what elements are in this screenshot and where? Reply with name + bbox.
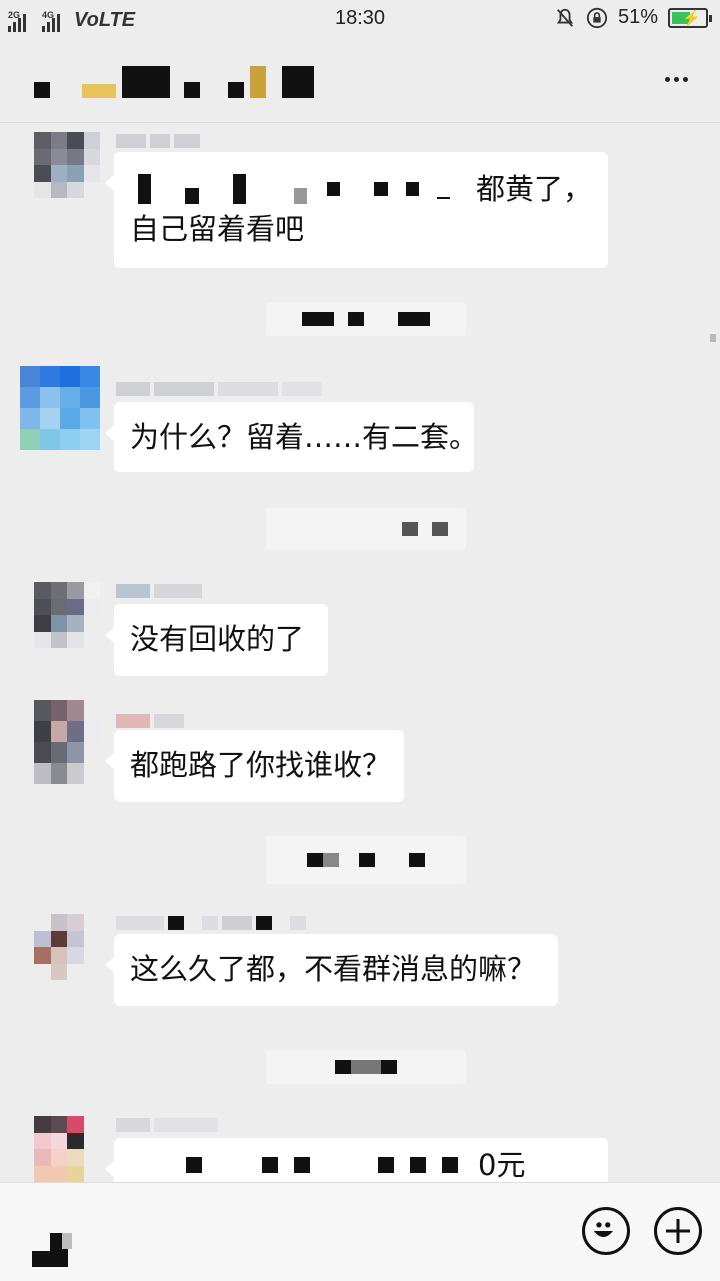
status-right: 51% ⚡ bbox=[554, 6, 712, 29]
chat-title-redacted bbox=[34, 66, 314, 98]
avatar[interactable] bbox=[34, 914, 100, 980]
message-text: 都黄了， bbox=[476, 172, 593, 206]
message-text: 为什么？留着……有二套。 bbox=[130, 420, 479, 454]
emoji-button[interactable] bbox=[582, 1207, 630, 1255]
system-notice-redacted bbox=[266, 508, 466, 550]
avatar[interactable] bbox=[34, 132, 100, 198]
plus-button[interactable] bbox=[654, 1207, 702, 1255]
rotation-lock-icon bbox=[586, 7, 608, 28]
message-text: 都跑路了你找谁收？ bbox=[130, 748, 392, 782]
message-bubble[interactable]: 这么久了都，不看群消息的嘛？ bbox=[105, 934, 558, 1006]
battery-icon: ⚡ bbox=[668, 7, 712, 28]
avatar[interactable] bbox=[34, 1116, 100, 1182]
system-notice-redacted bbox=[266, 836, 466, 884]
sender-name-redacted bbox=[116, 382, 322, 398]
sender-name-redacted bbox=[116, 134, 200, 150]
avatar[interactable] bbox=[34, 700, 100, 784]
voice-button[interactable] bbox=[32, 1233, 72, 1269]
battery-percent: 51% bbox=[617, 6, 658, 28]
message-text: 没有回收的了 bbox=[130, 622, 305, 656]
message-bubble[interactable]: 为什么？留着……有二套。 bbox=[105, 402, 478, 472]
chat-header bbox=[0, 38, 720, 123]
plus-icon bbox=[666, 1219, 690, 1243]
message-bubble[interactable]: 都跑路了你找谁收？ bbox=[105, 730, 404, 802]
voice-icon bbox=[32, 1233, 72, 1269]
system-notice-redacted bbox=[266, 1050, 466, 1084]
message-text: 这么久了都，不看群消息的嘛？ bbox=[130, 952, 537, 986]
input-bar bbox=[0, 1182, 720, 1281]
message-bubble[interactable]: 没有回收的了 bbox=[105, 604, 328, 676]
message-bubble[interactable]: 都黄了， 自己留着看吧 bbox=[105, 152, 608, 268]
emoji-icon bbox=[593, 1222, 613, 1238]
system-notice-redacted bbox=[266, 302, 466, 336]
scrollbar[interactable] bbox=[710, 334, 716, 342]
message-text-line2: 自己留着看吧 bbox=[130, 212, 305, 246]
avatar[interactable] bbox=[20, 366, 100, 450]
sender-name-redacted bbox=[116, 916, 306, 932]
avatar[interactable] bbox=[34, 582, 100, 648]
sender-name-redacted bbox=[116, 1118, 218, 1134]
more-options-button[interactable] bbox=[656, 64, 696, 94]
more-dots-icon bbox=[664, 76, 670, 82]
sender-name-redacted bbox=[116, 584, 202, 600]
status-bar: 2G 4G VoLTE 18:30 51% ⚡ bbox=[0, 0, 720, 38]
mute-bell-icon bbox=[556, 8, 574, 27]
sender-name-redacted bbox=[116, 714, 184, 730]
